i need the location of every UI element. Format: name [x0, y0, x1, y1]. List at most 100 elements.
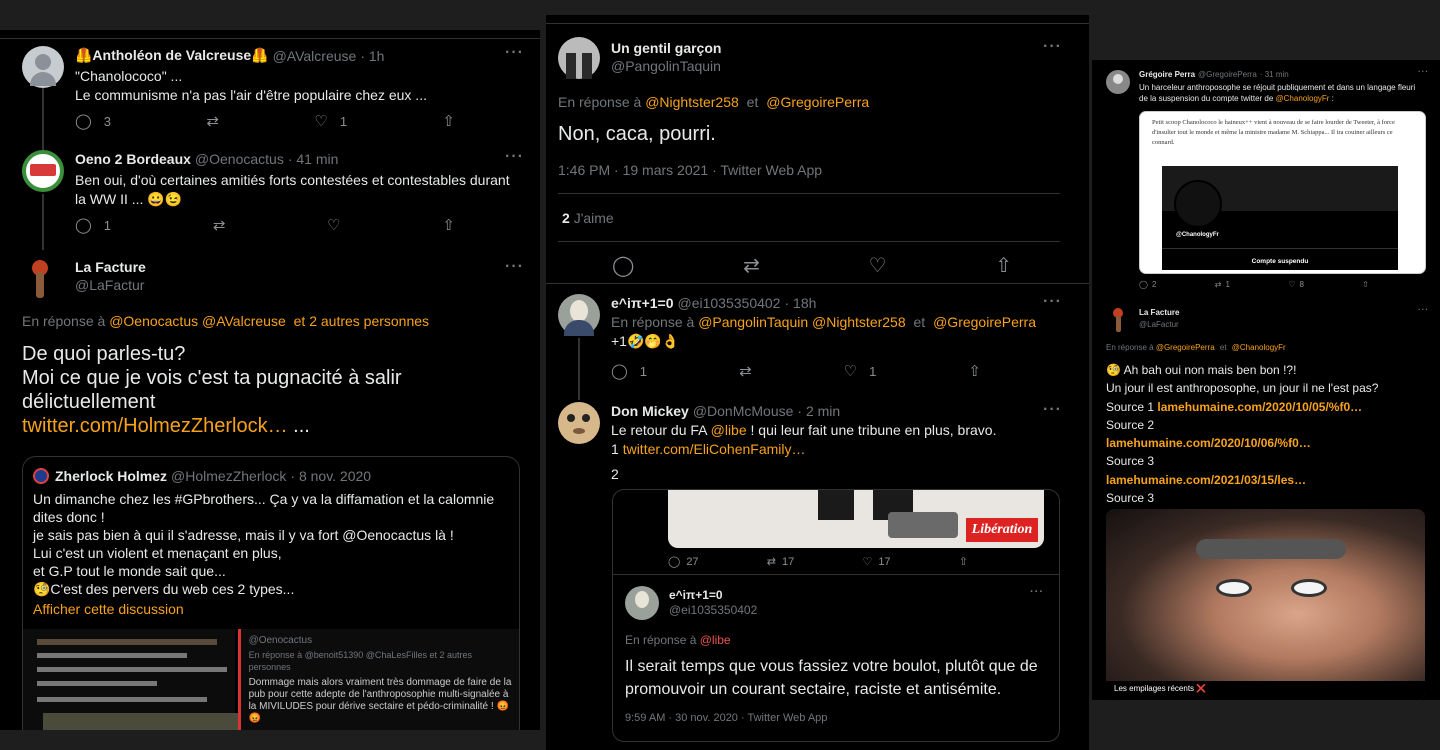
tweet-link[interactable]: twitter.com/HolmezZherlock… — [22, 415, 288, 437]
tweet-time[interactable]: · 1h — [360, 48, 384, 64]
user-handle[interactable]: @LaFactur — [1139, 320, 1179, 329]
avatar[interactable] — [1106, 70, 1130, 94]
like-button[interactable]: ♡ 1 — [314, 112, 347, 130]
more-options-icon[interactable]: ··· — [505, 44, 524, 62]
reply-mention[interactable]: @libe — [700, 633, 731, 647]
display-name[interactable]: Grégoire Perra — [1139, 70, 1195, 79]
user-handle[interactable]: @Oenocactus — [195, 151, 284, 167]
tweet-timestamp[interactable]: 9:59 AM · 30 nov. 2020 · Twitter Web App — [625, 712, 827, 724]
tweet-text: De quoi parles-tu? Moi ce que je vois c'… — [22, 342, 502, 438]
divider — [546, 23, 1089, 24]
tweet-time[interactable]: · 2 min — [797, 403, 840, 419]
thread-line — [578, 338, 580, 400]
like-button[interactable]: ♡ 17 — [862, 555, 891, 569]
tweet-time[interactable]: · 18h — [784, 295, 816, 311]
like-button[interactable]: ♡ — [327, 216, 340, 234]
display-name[interactable]: 🦺Antholéon de Valcreuse🦺 — [75, 47, 269, 64]
user-handle[interactable]: @ei1035350402 — [678, 295, 781, 311]
retweet-button[interactable]: ⇄ — [213, 216, 226, 234]
more-options-icon[interactable]: ··· — [1418, 305, 1429, 314]
retweet-button[interactable]: ⇄ 17 — [767, 555, 794, 569]
retweet-button[interactable]: ⇄ — [739, 362, 752, 380]
avatar[interactable] — [1110, 308, 1126, 334]
avatar[interactable] — [26, 258, 54, 300]
reply-others[interactable]: et 2 autres personnes — [294, 313, 429, 329]
tweet-line: 🧐C'est des pervers du web ces 2 types... — [33, 581, 295, 597]
more-options-icon[interactable]: ··· — [1043, 293, 1062, 311]
reply-button[interactable]: ◯ 3 — [75, 112, 111, 130]
reply-button[interactable]: ◯ 27 — [668, 555, 699, 569]
display-name[interactable]: e^iπ+1=0 — [669, 588, 723, 602]
heart-icon[interactable]: ♡ — [869, 253, 887, 278]
more-options-icon[interactable]: ··· — [505, 258, 524, 276]
like-button[interactable]: ♡ 8 — [1288, 280, 1304, 289]
mention-link[interactable]: @ChanologyFr — [1276, 94, 1330, 103]
more-options-icon[interactable]: ··· — [1043, 401, 1062, 419]
attached-photo[interactable]: Les empilages récents ❌ — [1106, 509, 1425, 700]
screenshot-image-left[interactable] — [23, 629, 243, 730]
screenshot-image-right[interactable]: @Oenocactus En réponse à @benoit51390 @C… — [237, 629, 519, 730]
tweet-actions: ◯ ⇄ ♡ ⇧ — [612, 253, 1012, 278]
reply-icon[interactable]: ◯ — [612, 253, 634, 278]
likes-stat[interactable]: 2 J'aime — [562, 210, 614, 226]
user-handle[interactable]: @ei1035350402 — [669, 603, 757, 617]
avatar[interactable] — [558, 402, 600, 444]
source-link[interactable]: lamehumaine.com/2020/10/06/%f0… — [1106, 436, 1311, 450]
reply-mention[interactable]: @GregoirePerra — [1156, 343, 1215, 352]
avatar[interactable] — [625, 586, 659, 620]
suspended-card-image[interactable]: Petit scoop Chanolococo le haineux++ vie… — [1139, 111, 1426, 274]
mention-link[interactable]: @libe — [711, 422, 747, 438]
share-button[interactable]: ⇧ — [959, 555, 968, 568]
text-part: : — [1329, 94, 1334, 103]
quoted-tweet[interactable]: Zherlock Holmez @HolmezZherlock · 8 nov.… — [22, 456, 520, 730]
share-button[interactable]: ⇧ — [968, 362, 981, 380]
tweet-time[interactable]: · 41 min — [288, 151, 339, 167]
reply-button[interactable]: ◯ 1 — [611, 362, 647, 380]
reply-button[interactable]: ◯ 2 — [1139, 280, 1156, 289]
tweet-timestamp[interactable]: 1:46 PM · 19 mars 2021 · Twitter Web App — [558, 162, 822, 178]
user-handle[interactable]: @PangolinTaquin — [611, 58, 721, 74]
reply-mention[interactable]: @GregoirePerra — [933, 314, 1036, 330]
source-link[interactable]: lamehumaine.com/2020/10/05/%f0… — [1157, 400, 1362, 414]
retweet-button[interactable]: ⇄ — [206, 112, 219, 130]
share-button[interactable]: ⇧ — [442, 112, 455, 130]
share-icon[interactable]: ⇧ — [995, 253, 1012, 278]
reply-button[interactable]: ◯ 1 — [75, 216, 111, 234]
more-options-icon[interactable]: ··· — [1418, 67, 1429, 76]
display-name[interactable]: e^iπ+1=0 — [611, 295, 674, 311]
display-name[interactable]: La Facture — [1139, 308, 1179, 317]
reply-mentions[interactable]: @PangolinTaquin @Nightster258 — [698, 314, 905, 330]
reply-and: et — [913, 314, 926, 330]
user-handle[interactable]: @LaFactur — [75, 277, 144, 293]
display-name[interactable]: Don Mickey — [611, 403, 689, 419]
reply-mention[interactable]: @ChanologyFr — [1232, 343, 1286, 352]
show-thread-link[interactable]: Afficher cette discussion — [33, 601, 184, 617]
display-name[interactable]: Oeno 2 Bordeaux — [75, 151, 191, 167]
user-handle[interactable]: @AValcreuse — [273, 48, 357, 64]
source-link[interactable]: lamehumaine.com/2021/03/15/les… — [1106, 473, 1306, 487]
embedded-tweet-card[interactable]: Libération ◯ 27 ⇄ 17 ♡ 17 ⇧ e^iπ+1=0 @ei103… — [612, 489, 1060, 742]
display-name[interactable]: La Facture — [75, 259, 146, 275]
like-button[interactable]: ♡ 1 — [844, 362, 877, 380]
reply-mention[interactable]: @Nightster258 — [645, 94, 739, 110]
reply-mentions[interactable]: @Oenocactus @AValcreuse — [109, 313, 286, 329]
avatar[interactable] — [22, 150, 64, 192]
tweet-time[interactable]: · 31 min — [1260, 70, 1289, 79]
like-count: 17 — [878, 555, 891, 568]
display-name[interactable]: Un gentil garçon — [611, 40, 721, 56]
retweet-icon[interactable]: ⇄ — [743, 253, 760, 278]
liberation-image[interactable]: Libération — [668, 490, 1044, 548]
share-button[interactable]: ⇧ — [1362, 280, 1369, 289]
more-options-icon[interactable]: ··· — [505, 148, 524, 166]
more-options-icon[interactable]: ··· — [1030, 586, 1044, 598]
user-handle[interactable]: @GregoirePerra — [1198, 70, 1257, 79]
share-button[interactable]: ⇧ — [442, 216, 455, 234]
avatar[interactable] — [558, 294, 600, 336]
avatar[interactable] — [558, 37, 600, 79]
tweet-link[interactable]: twitter.com/EliCohenFamily… — [623, 441, 806, 457]
avatar[interactable] — [22, 46, 64, 88]
more-options-icon[interactable]: ··· — [1043, 38, 1062, 56]
user-handle[interactable]: @DonMcMouse — [693, 403, 794, 419]
retweet-button[interactable]: ⇄ 1 — [1215, 280, 1230, 289]
reply-mention[interactable]: @GregoirePerra — [766, 94, 869, 110]
